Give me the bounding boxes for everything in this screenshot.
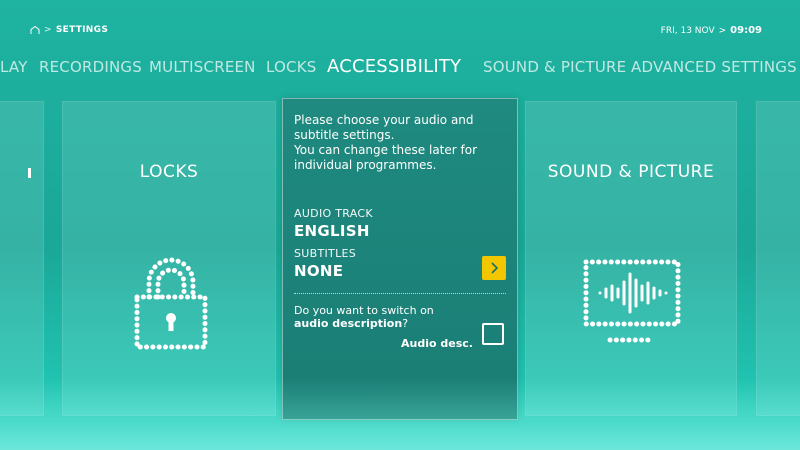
date-time: FRI, 13 NOV > 09:09	[661, 25, 762, 36]
card-sound-picture-title: SOUND & PICTURE	[547, 162, 715, 182]
audio-description-question: Do you want to switch on audio descripti…	[294, 304, 484, 330]
audio-desc-label: Audio desc.	[401, 337, 473, 350]
card-partial-right[interactable]	[756, 101, 800, 416]
subtitles-label: SUBTITLES	[294, 247, 357, 260]
tab-recordings[interactable]: RECORDINGS	[39, 58, 142, 76]
tab-display[interactable]: LAY	[0, 58, 28, 76]
time-text: 09:09	[730, 25, 762, 36]
panel-intro-text: Please choose your audio and subtitle se…	[294, 113, 478, 172]
question-suffix: ?	[402, 317, 409, 330]
accessibility-panel: Please choose your audio and subtitle se…	[282, 98, 518, 420]
breadcrumb: > SETTINGS	[30, 25, 108, 35]
padlock-icon	[134, 257, 208, 350]
tab-advanced-settings[interactable]: ADVANCED SETTINGS	[631, 58, 797, 76]
chevron-right-icon	[491, 262, 499, 274]
card-locks-title: LOCKS	[139, 162, 199, 182]
home-icon	[30, 25, 40, 34]
subtitles-value[interactable]: NONE	[294, 262, 343, 280]
audio-track-value[interactable]: ENGLISH	[294, 222, 370, 240]
tab-multiscreen[interactable]: MULTISCREEN	[149, 58, 256, 76]
date-separator: >	[718, 25, 727, 36]
tab-accessibility[interactable]: ACCESSIBILITY	[327, 56, 461, 77]
breadcrumb-separator: >	[44, 25, 52, 35]
card-partial-left[interactable]	[0, 101, 44, 416]
question-prefix: Do you want to switch on	[294, 304, 434, 317]
card-sound-picture[interactable]: SOUND & PICTURE	[525, 101, 737, 416]
panel-divider	[294, 293, 506, 294]
monitor-soundwave-icon	[583, 259, 681, 343]
audio-desc-checkbox[interactable]	[482, 323, 504, 345]
top-bar: > SETTINGS FRI, 13 NOV > 09:09	[0, 0, 800, 60]
settings-tabs: LAY RECORDINGS MULTISCREEN LOCKS ACCESSI…	[0, 56, 800, 86]
audio-track-label: AUDIO TRACK	[294, 207, 373, 220]
question-emphasis: audio description	[294, 317, 403, 330]
date-text: FRI, 13 NOV	[660, 25, 715, 36]
card-partial-glyph	[28, 168, 31, 178]
tab-sound-picture[interactable]: SOUND & PICTURE	[483, 58, 626, 76]
subtitles-next-button[interactable]	[482, 256, 506, 280]
card-locks[interactable]: LOCKS	[62, 101, 276, 416]
breadcrumb-settings: SETTINGS	[55, 25, 109, 35]
tab-locks[interactable]: LOCKS	[266, 58, 316, 76]
